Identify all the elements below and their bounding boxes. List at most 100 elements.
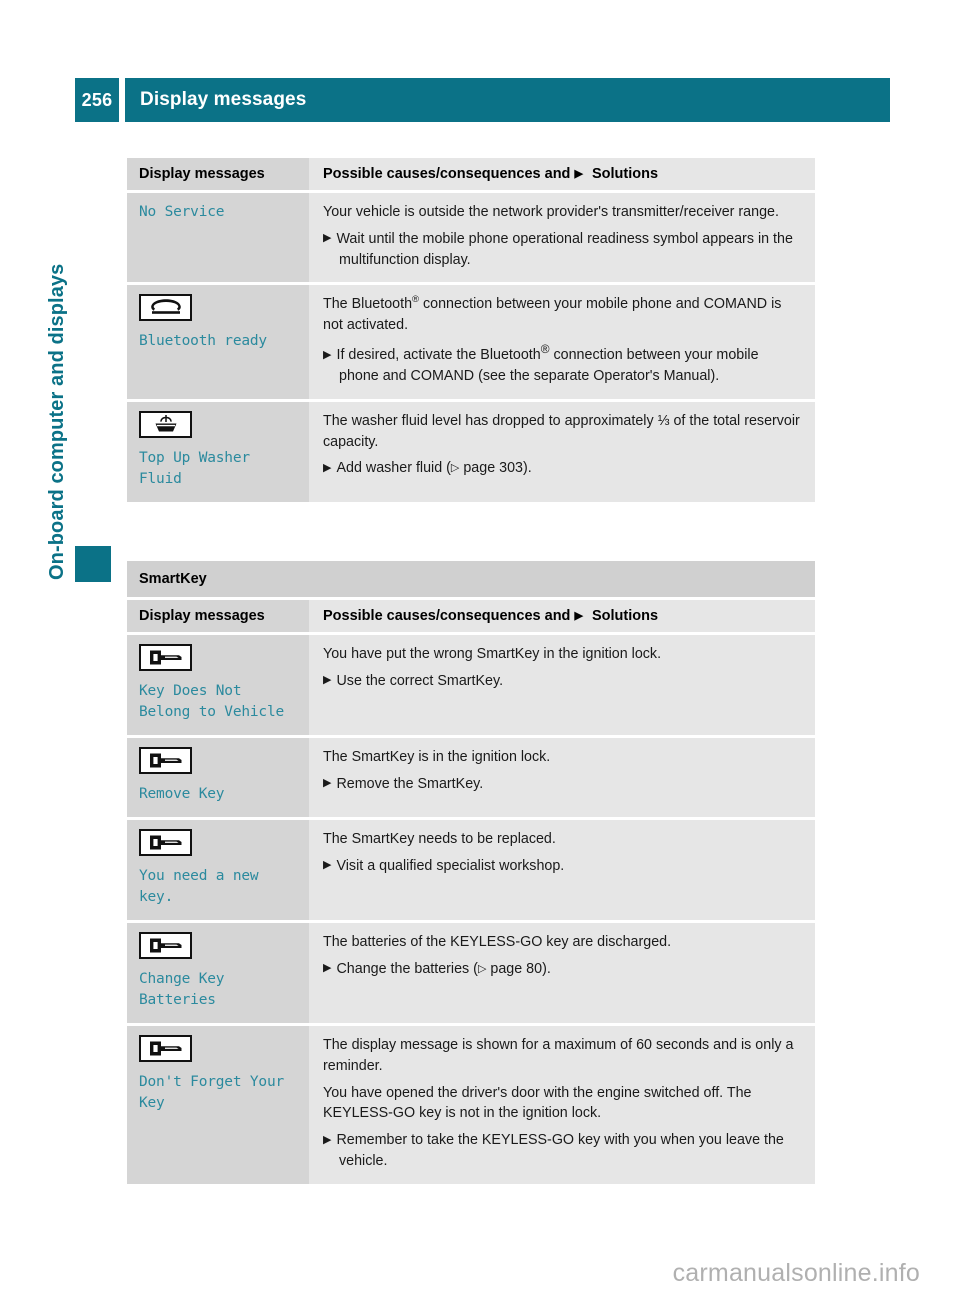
message-cell: Bluetooth ready bbox=[127, 285, 309, 399]
smartkey-icon bbox=[139, 747, 192, 775]
cause-paragraph: The washer fluid level has dropped to ap… bbox=[323, 412, 800, 450]
display-messages-table-2: SmartKey Display messages Possible cause… bbox=[127, 561, 815, 1184]
column-header-prefix: Possible causes/consequences and bbox=[323, 166, 571, 182]
header-cell-causes: Possible causes/consequences and ▶ Solut… bbox=[309, 158, 815, 191]
cause-text-pre: The Bluetooth bbox=[323, 296, 413, 313]
cause-cell: Your vehicle is outside the network prov… bbox=[309, 193, 815, 283]
solution-step: ▶ Remember to take the KEYLESS-GO key wit… bbox=[323, 1132, 784, 1169]
cause-cell: The batteries of the KEYLESS-GO key are … bbox=[309, 923, 815, 1024]
solution-step: ▶ Use the correct SmartKey. bbox=[323, 672, 504, 689]
cross-reference-icon: ▷ bbox=[477, 962, 487, 975]
solid-triangle-icon: ▶ bbox=[323, 777, 332, 790]
step-text-post: ). bbox=[542, 960, 551, 977]
cause-cell: You have put the wrong SmartKey in the i… bbox=[309, 635, 815, 736]
cause-cell: The Bluetooth® connection between your m… bbox=[309, 285, 815, 399]
step-text-pre: Add washer fluid ( bbox=[336, 460, 451, 477]
header-cell-messages: Display messages bbox=[127, 600, 309, 633]
table-row: Change Key Batteries The batteries of th… bbox=[127, 923, 815, 1024]
column-header-suffix: Solutions bbox=[591, 166, 659, 182]
table-row: Don't Forget Your Key The display messag… bbox=[127, 1026, 815, 1184]
step-text-pre: If desired, activate the Bluetooth bbox=[336, 347, 541, 364]
solution-step: ▶ Wait until the mobile phone operational… bbox=[323, 230, 793, 268]
phone-handset-icon bbox=[139, 294, 192, 322]
smartkey-icon bbox=[139, 932, 192, 960]
solid-triangle-icon: ▶ bbox=[323, 232, 332, 245]
column-header-label: Display messages bbox=[139, 608, 265, 624]
cause-paragraph: You have put the wrong SmartKey in the i… bbox=[323, 646, 662, 663]
solid-triangle-icon: ▶ bbox=[323, 348, 332, 361]
section-header-smartkey: SmartKey bbox=[127, 561, 815, 597]
display-message-label: Don't Forget Your Key bbox=[139, 1074, 285, 1112]
washer-fluid-icon bbox=[139, 410, 192, 438]
header-cell-causes: Possible causes/consequences and ▶ Solut… bbox=[309, 600, 815, 633]
table-row: No Service Your vehicle is outside the n… bbox=[127, 193, 815, 283]
solution-step: ▶ Remove the SmartKey. bbox=[323, 775, 484, 792]
cause-cell: The display message is shown for a maxim… bbox=[309, 1026, 815, 1184]
solid-triangle-icon: ▶ bbox=[323, 962, 332, 975]
solution-step: ▶ Visit a qualified specialist workshop. bbox=[323, 857, 565, 874]
display-message-label: Bluetooth ready bbox=[139, 333, 267, 350]
display-message-label: Remove Key bbox=[139, 786, 225, 803]
table-header-row: Display messages Possible causes/consequ… bbox=[127, 600, 815, 633]
header-cell-messages: Display messages bbox=[127, 158, 309, 191]
message-cell: Change Key Batteries bbox=[127, 923, 309, 1024]
smartkey-icon bbox=[139, 644, 192, 672]
solution-step: ▶ Change the batteries (▷ page 80). bbox=[323, 959, 801, 980]
step-text-pre: Change the batteries ( bbox=[336, 960, 478, 977]
page-reference: page 303 bbox=[463, 460, 523, 477]
registered-mark: ® bbox=[540, 342, 550, 357]
message-cell: Top Up Washer Fluid bbox=[127, 401, 309, 502]
display-message-label: Key Does Not Belong to Vehicle bbox=[139, 683, 285, 721]
solid-triangle-icon: ▶ bbox=[323, 859, 332, 872]
display-message-label: No Service bbox=[139, 204, 225, 221]
cause-paragraph: The display message is shown for a maxim… bbox=[323, 1037, 794, 1074]
column-header-label: Possible causes/consequences and ▶ Solut… bbox=[323, 165, 801, 183]
section-title: SmartKey bbox=[139, 571, 207, 587]
solid-triangle-icon: ▶ bbox=[323, 1133, 332, 1146]
cause-paragraph: The SmartKey is in the ignition lock. bbox=[323, 749, 551, 766]
solid-triangle-icon: ▶ bbox=[574, 167, 583, 180]
cross-reference-icon: ▷ bbox=[450, 462, 460, 475]
column-header-label: Display messages bbox=[139, 166, 265, 182]
table-row: Bluetooth ready The Bluetooth® connectio… bbox=[127, 285, 815, 399]
registered-mark: ® bbox=[412, 294, 420, 306]
display-message-label: You need a new key. bbox=[139, 868, 259, 906]
cause-paragraph: Your vehicle is outside the network prov… bbox=[323, 204, 779, 221]
chapter-side-tab: On-board computer and displays bbox=[46, 160, 111, 582]
step-text-post: ). bbox=[523, 460, 532, 477]
site-watermark: carmanualsonline.info bbox=[672, 1259, 920, 1287]
column-header-label: Possible causes/consequences and ▶ Solut… bbox=[323, 607, 801, 625]
message-cell: Remove Key bbox=[127, 738, 309, 818]
page-header: 256 Display messages bbox=[75, 78, 890, 122]
message-cell: Don't Forget Your Key bbox=[127, 1026, 309, 1184]
smartkey-icon bbox=[139, 1035, 192, 1063]
message-cell: No Service bbox=[127, 193, 309, 283]
table-header-row: Display messages Possible causes/consequ… bbox=[127, 158, 815, 191]
message-cell: You need a new key. bbox=[127, 820, 309, 921]
cause-paragraph: You have opened the driver's door with t… bbox=[323, 1084, 752, 1122]
message-cell: Key Does Not Belong to Vehicle bbox=[127, 635, 309, 736]
solution-step: ▶ If desired, activate the Bluetooth® con… bbox=[323, 342, 801, 387]
table-row: Top Up Washer Fluid The washer fluid lev… bbox=[127, 401, 815, 502]
table-row: Remove Key The SmartKey is in the igniti… bbox=[127, 738, 815, 818]
cause-paragraph: The Bluetooth® connection between your m… bbox=[323, 294, 801, 335]
solid-triangle-icon: ▶ bbox=[323, 674, 332, 687]
table-row: Key Does Not Belong to Vehicle You have … bbox=[127, 635, 815, 736]
cause-paragraph: The batteries of the KEYLESS-GO key are … bbox=[323, 934, 672, 951]
display-messages-table-1: Display messages Possible causes/consequ… bbox=[127, 158, 815, 502]
solid-triangle-icon: ▶ bbox=[574, 609, 583, 622]
table-row: You need a new key. The SmartKey needs t… bbox=[127, 820, 815, 921]
display-message-label: Change Key Batteries bbox=[139, 971, 225, 1009]
column-header-prefix: Possible causes/consequences and bbox=[323, 608, 571, 624]
cause-cell: The SmartKey is in the ignition lock. ▶ R… bbox=[309, 738, 815, 818]
solid-triangle-icon: ▶ bbox=[323, 461, 332, 474]
page-title: Display messages bbox=[140, 89, 307, 110]
smartkey-icon bbox=[139, 829, 192, 857]
page-reference: page 80 bbox=[490, 960, 543, 977]
cause-cell: The SmartKey needs to be replaced. ▶ Visi… bbox=[309, 820, 815, 921]
chapter-marker-block bbox=[75, 546, 111, 582]
column-header-suffix: Solutions bbox=[591, 608, 659, 624]
page-title-bar: Display messages bbox=[125, 78, 890, 122]
page-number-badge: 256 bbox=[75, 78, 119, 122]
display-message-label: Top Up Washer Fluid bbox=[139, 449, 250, 487]
